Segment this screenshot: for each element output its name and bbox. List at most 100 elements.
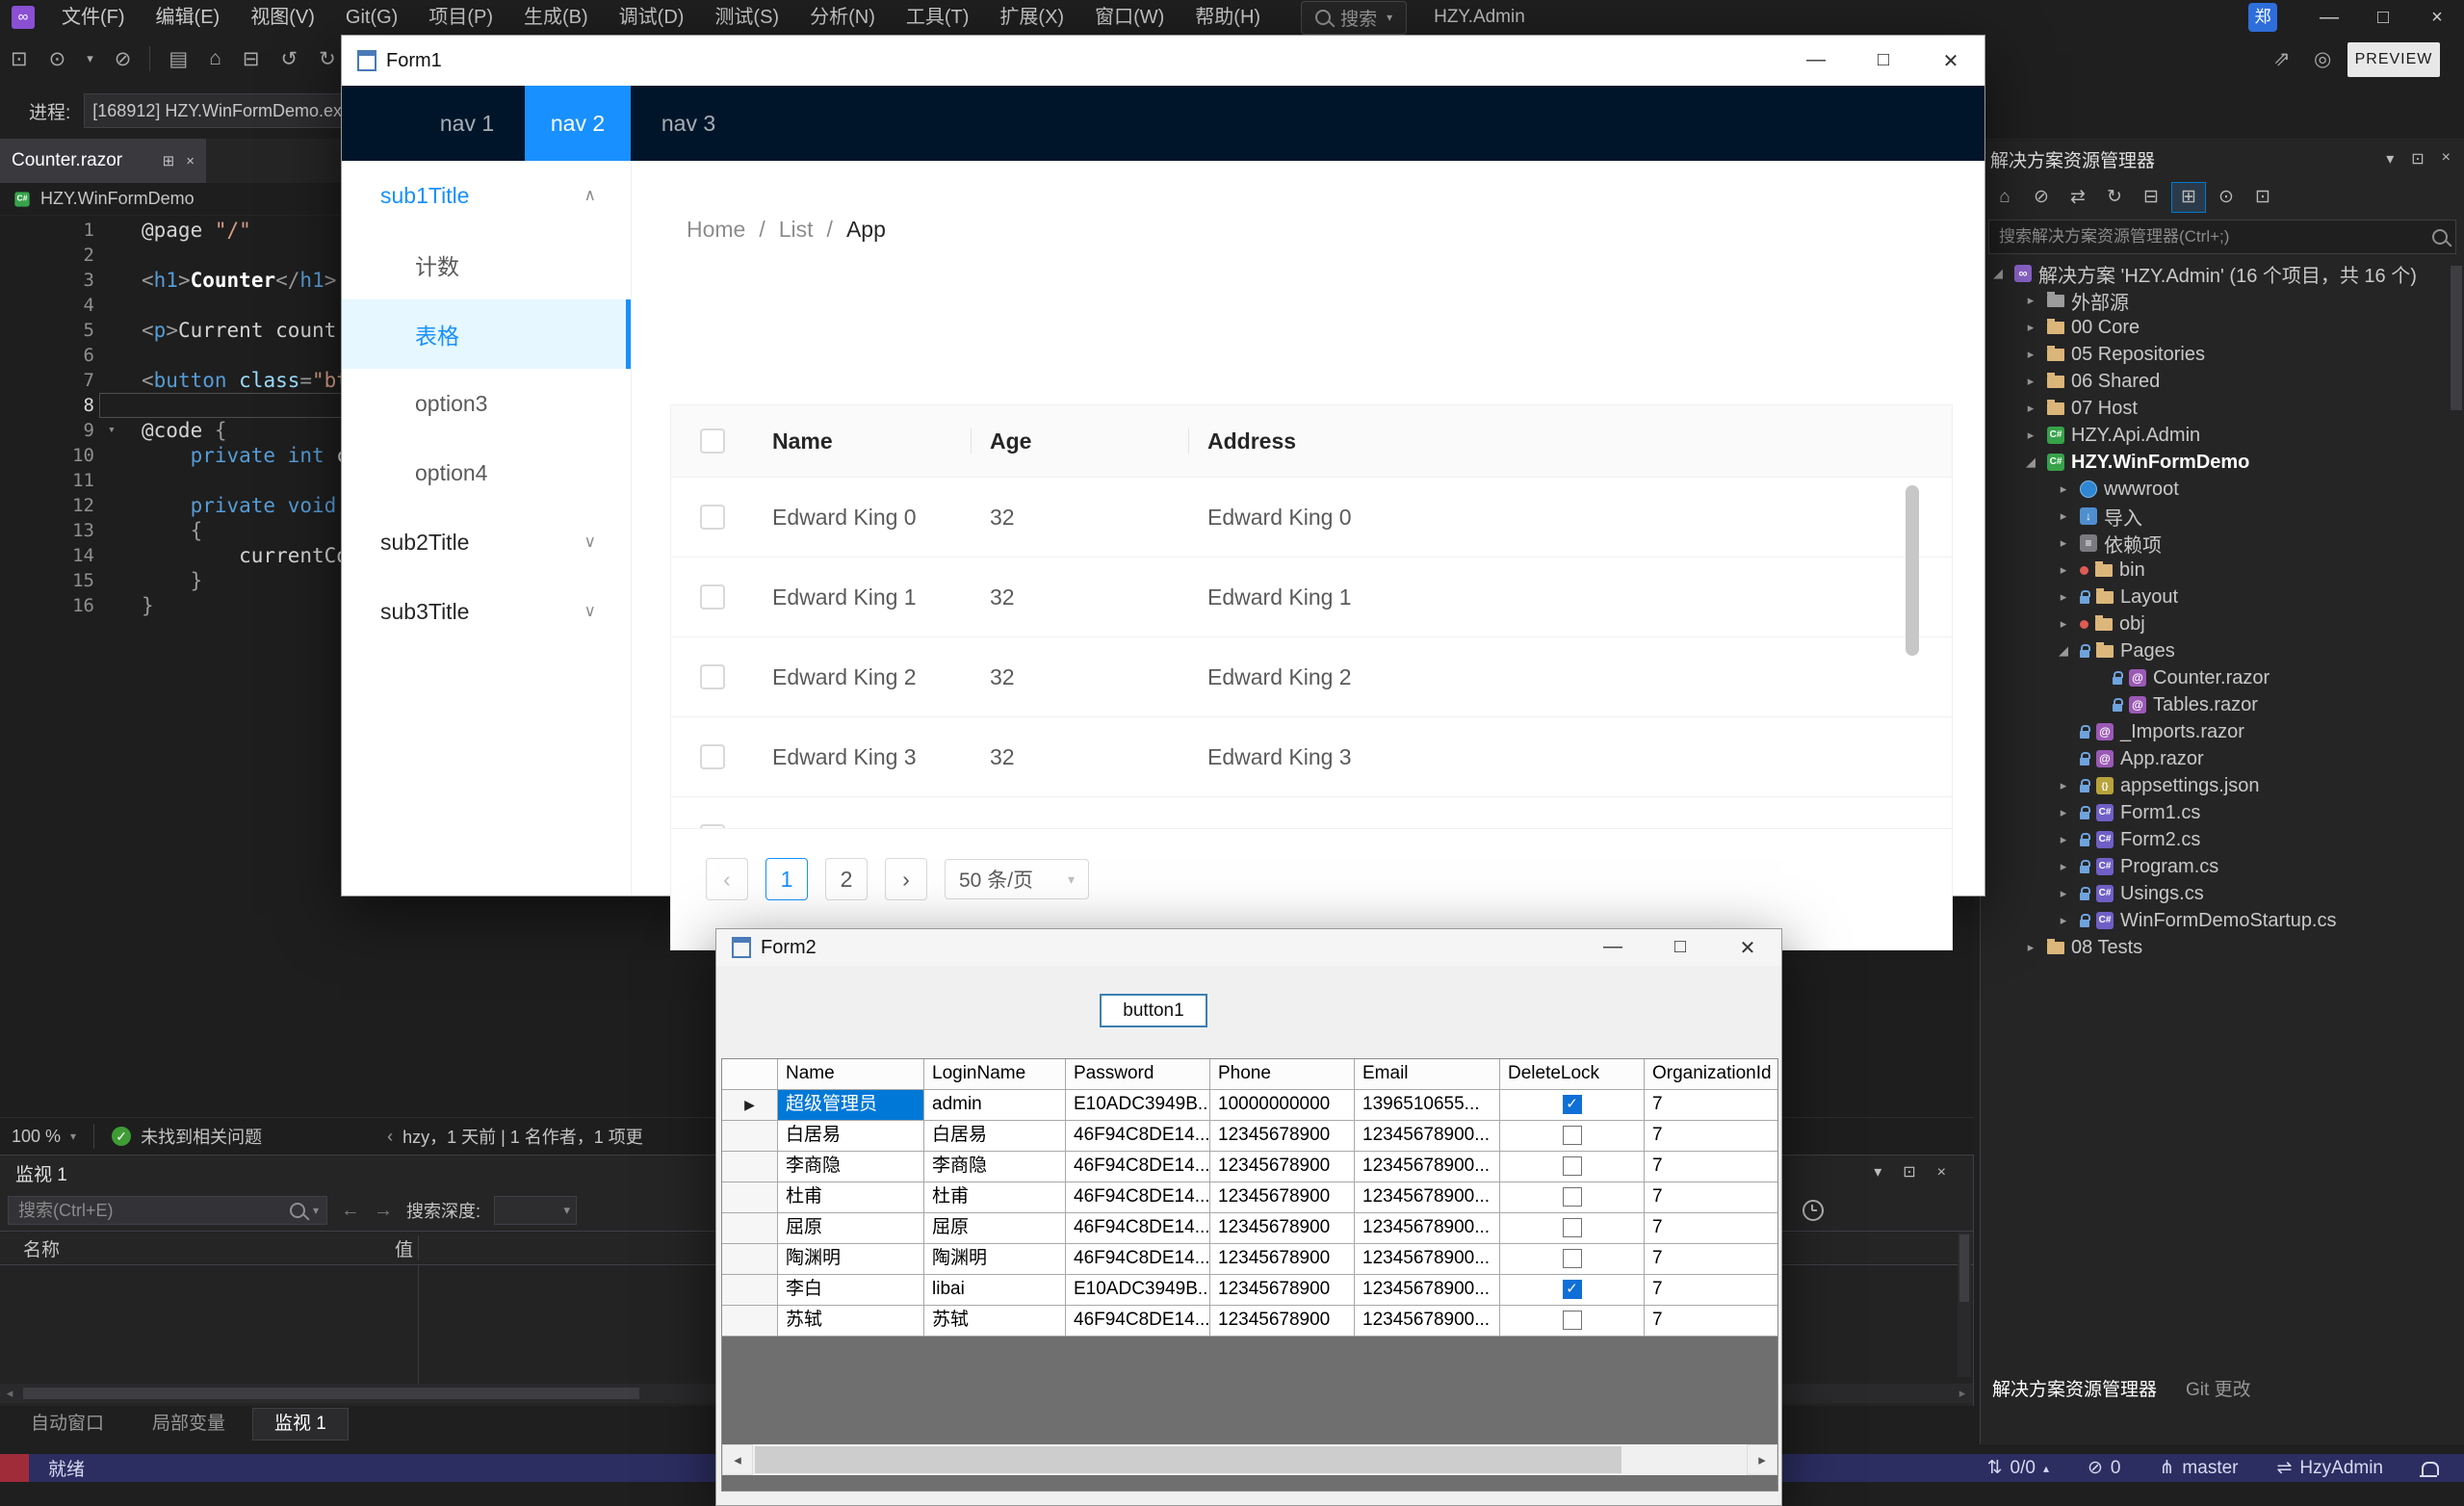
row-selector[interactable] xyxy=(722,1182,778,1213)
nav-item-1[interactable]: nav 1 xyxy=(409,86,525,161)
liveshare-icon[interactable]: ◎ xyxy=(2314,47,2331,71)
menu-item-option3[interactable]: option3 xyxy=(342,369,631,438)
grid-row-7[interactable]: 苏轼苏轼46F94C8DE14...1234567890012345678900… xyxy=(722,1306,1777,1337)
vs-minimize-button[interactable]: — xyxy=(2302,0,2356,35)
chevron-down-icon[interactable]: ▾ xyxy=(2386,149,2394,169)
expander-icon[interactable]: ▸ xyxy=(2054,589,2073,605)
tab-git-changes[interactable]: Git 更改 xyxy=(2186,1375,2251,1401)
expander-icon[interactable]: ▸ xyxy=(2054,481,2073,497)
menu-文件(F)[interactable]: 文件(F) xyxy=(46,0,141,35)
next-page-button[interactable]: › xyxy=(885,858,927,900)
menu-项目(P)[interactable]: 项目(P) xyxy=(413,0,508,35)
scroll-thumb[interactable] xyxy=(755,1446,1621,1473)
scroll-thumb[interactable] xyxy=(23,1388,639,1399)
share-icon[interactable]: ⇗ xyxy=(2273,47,2291,71)
table-row-3[interactable]: Edward King 332Edward King 3 xyxy=(671,717,1952,797)
grid-cell[interactable]: 7 xyxy=(1645,1213,1778,1244)
tree-item-Layout[interactable]: ▸Layout xyxy=(1981,584,2464,610)
tree-scrollbar[interactable] xyxy=(2451,266,2462,410)
grid-cell[interactable]: 苏轼 xyxy=(924,1306,1066,1337)
page-2-button[interactable]: 2 xyxy=(825,858,868,900)
minimize-button[interactable]: — xyxy=(1782,49,1850,73)
expander-icon[interactable]: ▸ xyxy=(2021,293,2040,308)
expander-icon[interactable]: ▸ xyxy=(2021,374,2040,389)
watch-col-name[interactable]: 名称 xyxy=(0,1235,395,1261)
breadcrumb-list[interactable]: List xyxy=(779,217,814,243)
grid-cell[interactable]: 12345678900... xyxy=(1355,1213,1500,1244)
grid-cell[interactable]: 李商隐 xyxy=(778,1152,924,1182)
close-button[interactable]: ✕ xyxy=(1917,49,1984,73)
menu-视图(V)[interactable]: 视图(V) xyxy=(235,0,330,35)
row-selector[interactable] xyxy=(722,1244,778,1275)
watch-vscrollbar[interactable] xyxy=(1958,1233,1971,1377)
pin-icon[interactable]: ⊞ xyxy=(163,152,175,169)
menu-测试(S)[interactable]: 测试(S) xyxy=(699,0,794,35)
expander-icon[interactable]: ◢ xyxy=(2054,643,2073,659)
page-1-button[interactable]: 1 xyxy=(765,858,808,900)
grid-cell[interactable]: 12345678900... xyxy=(1355,1121,1500,1152)
close-icon[interactable]: × xyxy=(186,153,195,169)
tree-item-Form1.cs[interactable]: ▸C#Form1.cs xyxy=(1981,799,2464,826)
grid-cell[interactable]: E10ADC3949B... xyxy=(1066,1275,1210,1306)
table-scrollbar-thumb[interactable] xyxy=(1906,485,1919,656)
expander-icon[interactable]: ▸ xyxy=(2054,778,2073,793)
grid-cell-checkbox[interactable] xyxy=(1500,1182,1645,1213)
toolbar-icon[interactable]: ⊙ xyxy=(49,47,66,71)
menu-item-count[interactable]: 计数 xyxy=(342,230,631,299)
properties-icon[interactable]: ⊙ xyxy=(2210,183,2243,212)
expander-icon[interactable]: ▸ xyxy=(2054,535,2073,551)
expander-icon[interactable]: ▸ xyxy=(2021,940,2040,955)
tree-item-Usings.cs[interactable]: ▸C#Usings.cs xyxy=(1981,880,2464,907)
account-badge[interactable]: 郑 xyxy=(2248,3,2277,32)
menu-帮助(H)[interactable]: 帮助(H) xyxy=(1180,0,1276,35)
save-icon[interactable]: ⊟ xyxy=(243,47,260,71)
grid-cell[interactable]: 46F94C8DE14... xyxy=(1066,1306,1210,1337)
row-checkbox[interactable] xyxy=(700,664,725,689)
tree-item-HZY.Api.Admin[interactable]: ▸C#HZY.Api.Admin xyxy=(1981,422,2464,449)
grid-column-Email[interactable]: Email xyxy=(1355,1059,1500,1090)
grid-cell-checkbox[interactable]: ✓ xyxy=(1500,1090,1645,1121)
undo-icon[interactable]: ↺ xyxy=(281,47,298,71)
button1[interactable]: button1 xyxy=(1100,994,1207,1027)
grid-cell-checkbox[interactable] xyxy=(1500,1306,1645,1337)
tree-item-_Imports.razor[interactable]: @_Imports.razor xyxy=(1981,718,2464,745)
grid-cell[interactable]: 10000000000 xyxy=(1210,1090,1355,1121)
refresh-icon[interactable]: ↻ xyxy=(2098,183,2131,212)
menu-group-sub2[interactable]: sub2Title ∨ xyxy=(342,507,631,577)
tree-item-05 Repositories[interactable]: ▸05 Repositories xyxy=(1981,341,2464,368)
prev-page-button[interactable]: ‹ xyxy=(706,858,748,900)
zoom-level[interactable]: 100 % xyxy=(12,1127,61,1147)
tree-item-obj[interactable]: ▸obj xyxy=(1981,610,2464,637)
expander-icon[interactable]: ◢ xyxy=(1988,266,2008,281)
row-selector[interactable] xyxy=(722,1121,778,1152)
menu-item-option4[interactable]: option4 xyxy=(342,438,631,507)
row-checkbox[interactable] xyxy=(700,824,725,829)
column-name[interactable]: Name xyxy=(753,428,971,454)
row-checkbox[interactable] xyxy=(700,744,725,769)
grid-cell-checkbox[interactable]: ✓ xyxy=(1500,1275,1645,1306)
grid-cell[interactable]: 46F94C8DE14... xyxy=(1066,1182,1210,1213)
grid-cell[interactable]: 12345678900 xyxy=(1210,1244,1355,1275)
tab-counter-razor[interactable]: Counter.razor ⊞ × xyxy=(0,139,206,183)
table-row-0[interactable]: Edward King 032Edward King 0 xyxy=(671,478,1952,558)
grid-column-DeleteLock[interactable]: DeleteLock xyxy=(1500,1059,1645,1090)
grid-column-rowselector[interactable] xyxy=(722,1059,778,1090)
watch-col-value[interactable]: 值 xyxy=(395,1235,413,1261)
grid-cell-checkbox[interactable] xyxy=(1500,1152,1645,1182)
collapse-all-icon[interactable]: ⊟ xyxy=(2135,183,2167,212)
tree-item-解决方案 'HZY.Admin' (16 个项目，共 16 个)[interactable]: ◢∞解决方案 'HZY.Admin' (16 个项目，共 16 个) xyxy=(1981,260,2464,287)
pin-icon[interactable]: ⊡ xyxy=(1903,1155,1915,1190)
prev-result-icon[interactable]: ← xyxy=(341,1200,360,1222)
close-icon[interactable]: × xyxy=(1937,1155,1946,1190)
tab-watch1[interactable]: 监视 1 xyxy=(252,1408,349,1441)
expander-icon[interactable]: ▸ xyxy=(2021,320,2040,335)
expander-icon[interactable]: ▸ xyxy=(2054,805,2073,820)
grid-cell[interactable]: 7 xyxy=(1645,1152,1778,1182)
grid-cell[interactable]: 12345678900 xyxy=(1210,1213,1355,1244)
tree-item-App.razor[interactable]: @App.razor xyxy=(1981,745,2464,772)
menu-分析(N)[interactable]: 分析(N) xyxy=(794,0,891,35)
grid-cell[interactable]: 46F94C8DE14... xyxy=(1066,1213,1210,1244)
expander-icon[interactable]: ▸ xyxy=(2054,616,2073,632)
grid-row-4[interactable]: 屈原屈原46F94C8DE14...1234567890012345678900… xyxy=(722,1213,1777,1244)
watch-search-box[interactable]: ▾ xyxy=(8,1196,327,1225)
